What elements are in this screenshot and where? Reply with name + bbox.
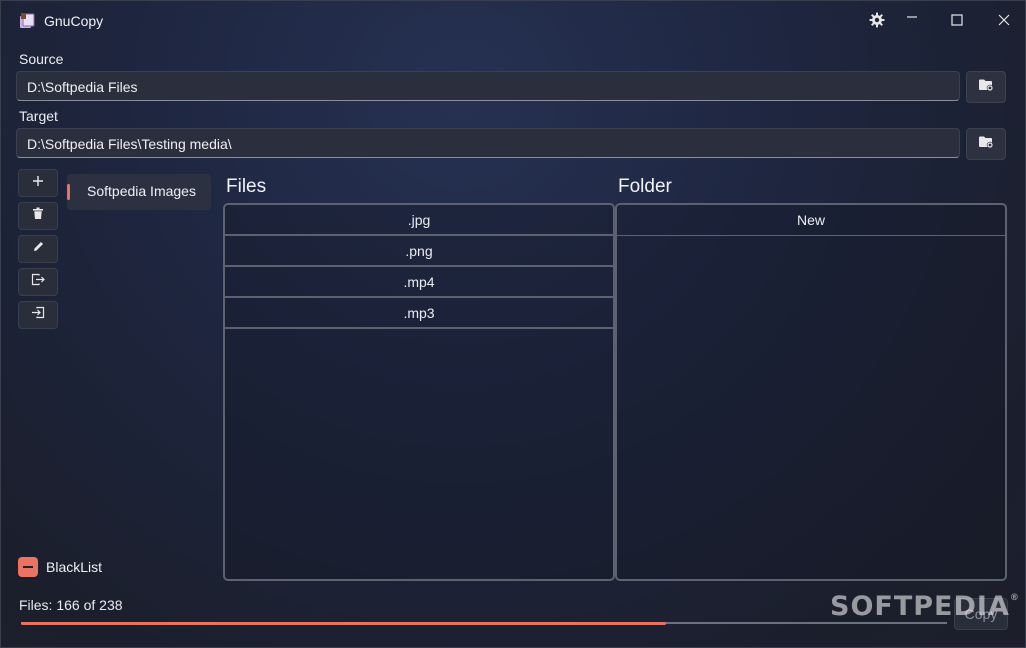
edit-profile-button[interactable] [18, 235, 58, 263]
target-label: Target [19, 108, 58, 124]
delete-icon [32, 207, 44, 225]
add-icon [32, 174, 44, 192]
source-path-input[interactable]: D:\Softpedia Files [16, 71, 960, 101]
title-bar: GnuCopy [1, 1, 1025, 41]
file-extension-row[interactable]: .png [225, 236, 613, 267]
import-icon [31, 306, 45, 324]
target-browse-button[interactable] [966, 128, 1006, 160]
folder-list: New [615, 203, 1007, 581]
source-label: Source [19, 51, 64, 67]
close-icon[interactable] [986, 7, 1022, 33]
add-profile-button[interactable] [18, 169, 58, 197]
status-text: Files: 166 of 238 [19, 597, 123, 613]
export-button[interactable] [18, 268, 58, 296]
source-browse-button[interactable] [966, 71, 1006, 103]
copy-button[interactable]: Copy [954, 598, 1008, 630]
blacklist-checkbox[interactable] [18, 557, 38, 577]
progress-bar [21, 621, 947, 625]
delete-profile-button[interactable] [18, 202, 58, 230]
app-window: GnuCopy Source D:\Softpedia Files Target… [0, 0, 1026, 648]
profile-item-softpedia-images[interactable]: Softpedia Images [67, 174, 211, 210]
progress-fill [21, 621, 667, 625]
folder-row[interactable]: New [617, 205, 1005, 236]
selection-indicator [67, 184, 70, 200]
app-logo-icon [18, 12, 36, 30]
minimize-icon[interactable] [894, 7, 930, 33]
import-button[interactable] [18, 301, 58, 329]
blacklist-label: BlackList [46, 559, 103, 575]
settings-gear-icon[interactable] [859, 7, 895, 33]
folder-browse-icon [978, 135, 994, 154]
app-title: GnuCopy [44, 13, 104, 29]
edit-icon [32, 240, 45, 258]
maximize-icon[interactable] [939, 7, 975, 33]
export-icon [31, 273, 45, 291]
file-extension-row[interactable]: .mp3 [225, 298, 613, 329]
folder-title: Folder [618, 176, 672, 197]
profile-label: Softpedia Images [87, 183, 196, 199]
file-extension-row[interactable]: .mp4 [225, 267, 613, 298]
target-path-input[interactable]: D:\Softpedia Files\Testing media\ [16, 128, 960, 158]
files-list: .jpg .png .mp4 .mp3 [223, 203, 615, 581]
files-title: Files [226, 176, 267, 197]
file-extension-row[interactable]: .jpg [225, 205, 613, 236]
folder-browse-icon [978, 78, 994, 97]
